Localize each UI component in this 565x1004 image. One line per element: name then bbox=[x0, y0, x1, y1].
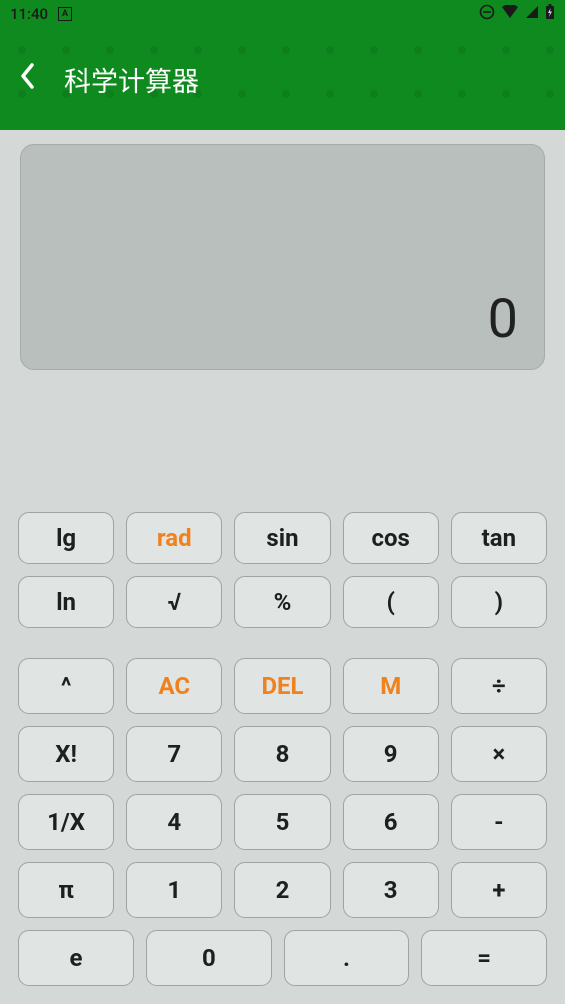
digit-0-button[interactable]: 0 bbox=[146, 930, 272, 986]
equals-button[interactable]: = bbox=[421, 930, 547, 986]
sqrt-button[interactable]: √ bbox=[126, 576, 222, 628]
ln-button[interactable]: ln bbox=[18, 576, 114, 628]
digit-9-button[interactable]: 9 bbox=[343, 726, 439, 782]
digit-6-button[interactable]: 6 bbox=[343, 794, 439, 850]
back-button[interactable] bbox=[18, 61, 38, 97]
digit-5-button[interactable]: 5 bbox=[234, 794, 330, 850]
status-bar: 11:40 A bbox=[0, 0, 565, 28]
rparen-button[interactable]: ) bbox=[451, 576, 547, 628]
memory-button[interactable]: M bbox=[343, 658, 439, 714]
status-icon-a: A bbox=[58, 7, 72, 21]
power-button[interactable]: ^ bbox=[18, 658, 114, 714]
multiply-button[interactable]: × bbox=[451, 726, 547, 782]
del-button[interactable]: DEL bbox=[234, 658, 330, 714]
e-button[interactable]: e bbox=[18, 930, 134, 986]
digit-7-button[interactable]: 7 bbox=[126, 726, 222, 782]
percent-button[interactable]: % bbox=[234, 576, 330, 628]
keypad: lg rad sin cos tan ln √ % ( ) ^ AC DEL M… bbox=[18, 512, 547, 986]
display-value: 0 bbox=[488, 288, 518, 351]
add-button[interactable]: + bbox=[451, 862, 547, 918]
lg-button[interactable]: lg bbox=[18, 512, 114, 564]
digit-1-button[interactable]: 1 bbox=[126, 862, 222, 918]
ac-button[interactable]: AC bbox=[126, 658, 222, 714]
decimal-button[interactable]: . bbox=[284, 930, 410, 986]
factorial-button[interactable]: X! bbox=[18, 726, 114, 782]
battery-icon bbox=[545, 4, 555, 24]
divide-button[interactable]: ÷ bbox=[451, 658, 547, 714]
rad-button[interactable]: rad bbox=[126, 512, 222, 564]
lparen-button[interactable]: ( bbox=[343, 576, 439, 628]
signal-icon bbox=[525, 5, 539, 23]
digit-8-button[interactable]: 8 bbox=[234, 726, 330, 782]
page-title: 科学计算器 bbox=[64, 60, 199, 99]
sin-button[interactable]: sin bbox=[234, 512, 330, 564]
tan-button[interactable]: tan bbox=[451, 512, 547, 564]
status-time: 11:40 bbox=[10, 5, 48, 23]
app-header: 科学计算器 bbox=[0, 28, 565, 130]
wifi-icon bbox=[501, 5, 519, 23]
calculator-display: 0 bbox=[20, 144, 545, 370]
dnd-icon bbox=[479, 4, 495, 24]
cos-button[interactable]: cos bbox=[343, 512, 439, 564]
subtract-button[interactable]: - bbox=[451, 794, 547, 850]
pi-button[interactable]: π bbox=[18, 862, 114, 918]
digit-2-button[interactable]: 2 bbox=[234, 862, 330, 918]
digit-4-button[interactable]: 4 bbox=[126, 794, 222, 850]
reciprocal-button[interactable]: 1/X bbox=[18, 794, 114, 850]
digit-3-button[interactable]: 3 bbox=[343, 862, 439, 918]
